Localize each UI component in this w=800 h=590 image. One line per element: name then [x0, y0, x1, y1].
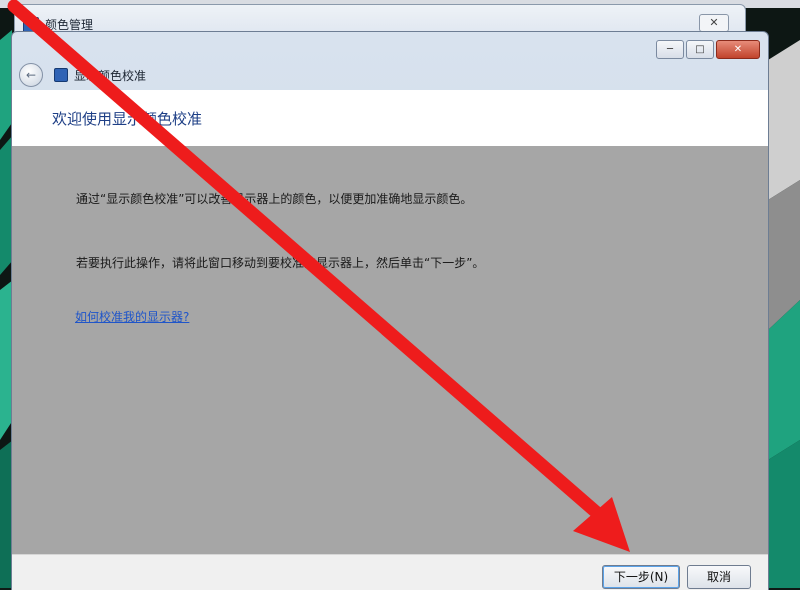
wizard-header: 欢迎使用显示颜色校准 [12, 90, 768, 146]
page-title: 欢迎使用显示颜色校准 [52, 110, 203, 128]
instruction-text: 若要执行此操作，请将此窗口移动到要校准的显示器上，然后单击“下一步”。 [76, 256, 485, 270]
help-link[interactable]: 如何校准我的显示器? [75, 308, 189, 325]
wizard-footer: 下一步(N) 取消 [12, 554, 768, 590]
caption-buttons: ─ □ ✕ [656, 40, 760, 59]
display-calibration-icon [54, 68, 68, 82]
navigation-bar: ← 显示颜色校准 [12, 60, 768, 90]
display-color-calibration-window: ─ □ ✕ ← 显示颜色校准 欢迎使用显示颜色校准 通过“显示颜色校准”可以改善… [11, 31, 769, 590]
navigation-title: 显示颜色校准 [74, 69, 147, 83]
back-button[interactable]: ← [19, 63, 43, 87]
wizard-content: 欢迎使用显示颜色校准 通过“显示颜色校准”可以改善显示器上的颜色，以便更加准确地… [12, 90, 768, 554]
maximize-button[interactable]: □ [686, 40, 714, 59]
intro-text: 通过“显示颜色校准”可以改善显示器上的颜色，以便更加准确地显示颜色。 [76, 192, 473, 206]
next-button[interactable]: 下一步(N) [602, 565, 680, 589]
close-button[interactable]: ✕ [716, 40, 760, 59]
background-close-button[interactable]: ✕ [699, 14, 729, 32]
minimize-button[interactable]: ─ [656, 40, 684, 59]
cancel-button[interactable]: 取消 [687, 565, 751, 589]
